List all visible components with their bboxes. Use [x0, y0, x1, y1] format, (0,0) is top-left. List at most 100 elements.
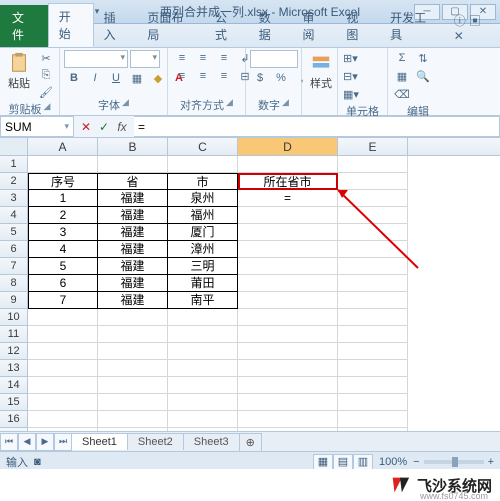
align-bottom-icon[interactable]: ≡ [214, 50, 234, 66]
cell[interactable] [28, 326, 98, 343]
row-header[interactable]: 3 [0, 190, 28, 207]
row-header[interactable]: 5 [0, 224, 28, 241]
worksheet[interactable]: A B C D E 12序号省市所在省市31福建泉州=42福建福州53福建厦门6… [0, 138, 500, 448]
col-header[interactable]: E [338, 138, 408, 155]
new-sheet-icon[interactable]: ⊕ [239, 433, 262, 451]
col-header[interactable]: C [168, 138, 238, 155]
cell[interactable] [338, 292, 408, 309]
italic-button[interactable]: I [85, 70, 105, 86]
align-top-icon[interactable]: ≡ [172, 50, 192, 66]
cell[interactable]: 4 [28, 241, 98, 258]
cell[interactable]: 2 [28, 207, 98, 224]
cell[interactable] [338, 360, 408, 377]
cell[interactable] [338, 377, 408, 394]
zoom-slider[interactable] [424, 460, 484, 464]
cell[interactable]: 福建 [98, 190, 168, 207]
cell[interactable] [98, 156, 168, 173]
format-cells-icon[interactable]: ▦▾ [342, 86, 360, 102]
row-header[interactable]: 8 [0, 275, 28, 292]
format-painter-icon[interactable]: 🖌 [36, 84, 56, 100]
row-header[interactable]: 11 [0, 326, 28, 343]
row-header[interactable]: 15 [0, 394, 28, 411]
cell[interactable]: 福建 [98, 292, 168, 309]
copy-icon[interactable]: ⎘ [36, 67, 56, 83]
cell[interactable] [338, 173, 408, 190]
tab-formulas[interactable]: 公式 [205, 5, 249, 47]
tab-insert[interactable]: 插入 [94, 5, 138, 47]
row-header[interactable]: 1 [0, 156, 28, 173]
cell[interactable]: 所在省市 [238, 173, 338, 190]
cell[interactable] [168, 343, 238, 360]
row-header[interactable]: 7 [0, 258, 28, 275]
cell[interactable] [238, 275, 338, 292]
tab-pagelayout[interactable]: 页面布局 [137, 5, 205, 47]
cell[interactable] [98, 411, 168, 428]
cell[interactable] [168, 394, 238, 411]
align-right-icon[interactable]: ≡ [214, 68, 234, 84]
cell[interactable] [238, 411, 338, 428]
zoom-level[interactable]: 100% [379, 456, 407, 468]
cell[interactable] [168, 326, 238, 343]
cell[interactable] [338, 190, 408, 207]
row-header[interactable]: 9 [0, 292, 28, 309]
cell[interactable] [338, 309, 408, 326]
zoom-out-icon[interactable]: − [413, 456, 419, 468]
cell[interactable] [98, 394, 168, 411]
cell[interactable] [338, 343, 408, 360]
cell[interactable] [238, 207, 338, 224]
cell[interactable]: 福建 [98, 258, 168, 275]
align-left-icon[interactable]: ≡ [172, 68, 192, 84]
macro-record-icon[interactable]: ◙ [34, 456, 41, 468]
tab-nav-last-icon[interactable]: ⏭ [54, 433, 72, 451]
cell[interactable]: 漳州 [168, 241, 238, 258]
cell[interactable] [338, 326, 408, 343]
cell[interactable] [238, 309, 338, 326]
col-header[interactable]: B [98, 138, 168, 155]
cell[interactable] [28, 394, 98, 411]
find-icon[interactable]: 🔍 [413, 68, 433, 84]
cell[interactable] [168, 309, 238, 326]
fill-icon[interactable]: ▦ [392, 68, 412, 84]
align-center-icon[interactable]: ≡ [193, 68, 213, 84]
tab-nav-prev-icon[interactable]: ◀ [18, 433, 36, 451]
cell[interactable] [168, 411, 238, 428]
cell[interactable]: 福建 [98, 207, 168, 224]
cell[interactable]: 福建 [98, 224, 168, 241]
cell[interactable] [28, 309, 98, 326]
cell[interactable] [98, 309, 168, 326]
cell[interactable] [98, 343, 168, 360]
sheet-tab[interactable]: Sheet3 [183, 433, 240, 450]
row-header[interactable]: 16 [0, 411, 28, 428]
select-all-corner[interactable] [0, 138, 28, 155]
tab-home[interactable]: 开始 [48, 3, 94, 47]
tab-view[interactable]: 视图 [336, 5, 380, 47]
row-header[interactable]: 2 [0, 173, 28, 190]
align-middle-icon[interactable]: ≡ [193, 50, 213, 66]
cell[interactable] [28, 360, 98, 377]
cancel-formula-icon[interactable]: ✕ [78, 119, 94, 135]
cell[interactable] [238, 326, 338, 343]
cell[interactable] [338, 241, 408, 258]
sheet-tab[interactable]: Sheet1 [71, 433, 128, 450]
cell[interactable] [98, 326, 168, 343]
row-header[interactable]: 13 [0, 360, 28, 377]
cell[interactable] [338, 224, 408, 241]
styles-button[interactable]: 样式 [306, 50, 336, 93]
fx-icon[interactable]: fx [114, 119, 130, 135]
cell[interactable] [338, 411, 408, 428]
row-header[interactable]: 14 [0, 377, 28, 394]
cell[interactable]: 福建 [98, 275, 168, 292]
cell[interactable] [338, 156, 408, 173]
cell[interactable]: 福建 [98, 241, 168, 258]
cell[interactable] [28, 343, 98, 360]
view-normal-icon[interactable]: ▦ [313, 454, 333, 470]
clear-icon[interactable]: ⌫ [392, 86, 412, 102]
cell[interactable]: 1 [28, 190, 98, 207]
row-header[interactable]: 12 [0, 343, 28, 360]
currency-icon[interactable]: $ [250, 70, 270, 86]
ribbon-help-icon[interactable]: ⓘ ▣ ✕ [448, 8, 500, 47]
paste-button[interactable]: 粘贴 [4, 50, 34, 93]
cell[interactable]: = [238, 190, 338, 207]
cell[interactable]: 福州 [168, 207, 238, 224]
cell[interactable]: 5 [28, 258, 98, 275]
